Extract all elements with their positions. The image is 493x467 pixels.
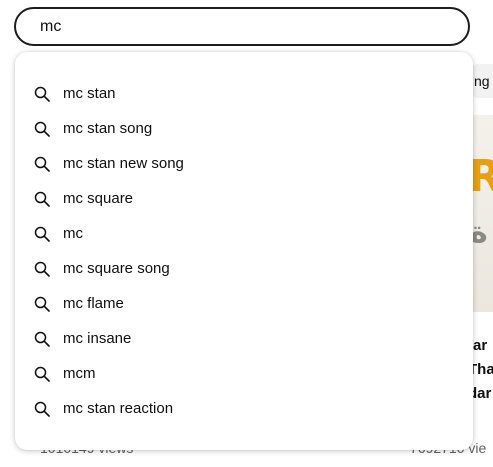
search-icon xyxy=(34,121,50,137)
suggestion-item[interactable]: mc stan xyxy=(15,77,473,112)
search-icon xyxy=(34,261,50,277)
suggestion-item[interactable]: mc flame xyxy=(15,287,473,322)
search-icon xyxy=(34,331,50,347)
suggestion-item[interactable]: mcm xyxy=(15,357,473,392)
filter-chip-label: ng xyxy=(474,73,490,89)
search-icon xyxy=(34,86,50,102)
suggestion-item[interactable]: mc insane xyxy=(15,322,473,357)
search-icon xyxy=(34,401,50,417)
suggestion-label: mc stan song xyxy=(63,120,153,137)
suggestion-label: mc flame xyxy=(63,295,124,312)
suggestion-label: mcm xyxy=(63,365,96,382)
search-icon xyxy=(34,191,50,207)
suggestion-label: mc stan xyxy=(63,85,116,102)
suggestion-label: mc square xyxy=(63,190,134,207)
suggestion-label: mc insane xyxy=(63,330,132,347)
suggestion-label: mc square song xyxy=(63,260,170,277)
suggestion-item[interactable]: mc stan reaction xyxy=(15,392,473,427)
suggestion-label: mc stan reaction xyxy=(63,400,174,417)
suggestion-item[interactable]: mc stan song xyxy=(15,112,473,147)
search-icon xyxy=(34,226,50,242)
search-box[interactable] xyxy=(14,7,470,46)
search-icon xyxy=(34,366,50,382)
search-icon xyxy=(34,156,50,172)
suggestion-item[interactable]: mc xyxy=(15,217,473,252)
suggestion-item[interactable]: mc square song xyxy=(15,252,473,287)
suggestion-item[interactable]: mc square xyxy=(15,182,473,217)
search-suggestions: mc stan mc stan song mc stan new song mc sq… xyxy=(15,52,473,450)
search-input[interactable] xyxy=(40,9,440,44)
suggestion-item[interactable]: mc stan new song xyxy=(15,147,473,182)
suggestion-label: mc stan new song xyxy=(63,155,184,172)
search-icon xyxy=(34,296,50,312)
suggestion-label: mc xyxy=(63,225,83,242)
